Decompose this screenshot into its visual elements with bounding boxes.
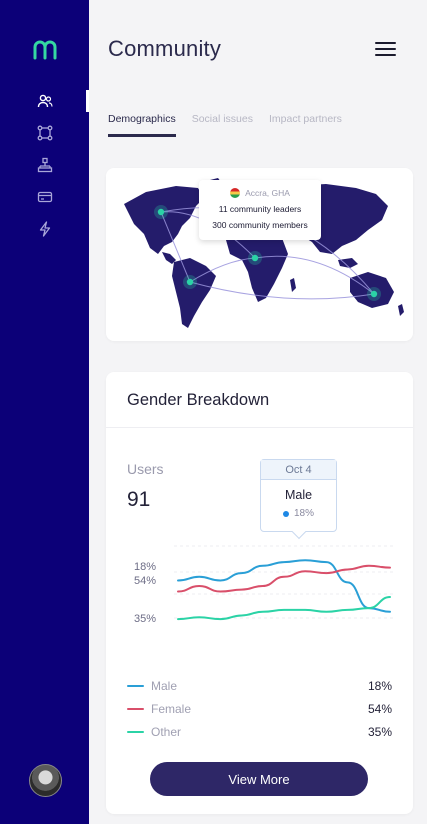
menu-icon: [375, 42, 396, 44]
legend-name: Female: [151, 701, 192, 716]
legend-name: Male: [151, 678, 178, 693]
legend-swatch: [127, 707, 144, 710]
legend-item: Male 18%: [127, 674, 392, 697]
tab-demographics[interactable]: Demographics: [108, 113, 176, 137]
map-members: 300 community members: [212, 220, 308, 230]
axis-label: 35%: [134, 613, 156, 625]
tooltip-dot: [282, 510, 289, 517]
gender-title: Gender Breakdown: [127, 391, 270, 409]
tab-bar: Demographics Social issues Impact partne…: [108, 113, 342, 137]
legend-item: Other 35%: [127, 720, 392, 743]
map-location: Accra, GHA: [245, 188, 290, 198]
gender-card: Gender Breakdown Users 91 18% 54% 35% Oct …: [106, 372, 413, 814]
legend-value: 54%: [367, 701, 392, 716]
ghana-flag-icon: [230, 188, 241, 198]
legend-swatch: [127, 730, 144, 733]
nodes-icon[interactable]: [36, 124, 54, 142]
users-value: 91: [127, 488, 151, 511]
tab-social-issues[interactable]: Social issues: [192, 113, 253, 137]
map-tooltip: Accra, GHA 11 community leaders 300 comm…: [199, 180, 321, 240]
legend-item: Female 54%: [127, 697, 392, 720]
view-more-button[interactable]: View More: [150, 762, 368, 796]
logo-icon: [33, 40, 57, 60]
axis-label: 54%: [134, 575, 156, 587]
axis-label: 18%: [134, 561, 156, 573]
active-marker: [86, 90, 89, 112]
map-card: Accra, GHA 11 community leaders 300 comm…: [106, 168, 413, 341]
menu-icon-bar: [375, 48, 396, 50]
users-icon[interactable]: [36, 92, 54, 110]
hierarchy-icon[interactable]: [36, 156, 54, 174]
lightning-icon[interactable]: [36, 220, 54, 238]
chart-tooltip: Oct 4 Male 18%: [260, 459, 337, 540]
legend-swatch: [127, 684, 144, 687]
menu-icon-bar: [375, 54, 396, 56]
sidebar: [0, 0, 89, 824]
tooltip-date: Oct 4: [261, 460, 336, 480]
legend: Male 18% Female 54% Other 35%: [127, 674, 392, 743]
tooltip-value: 18%: [293, 508, 314, 519]
users-label: Users: [127, 461, 164, 477]
series-line-other[interactable]: [177, 596, 391, 621]
card-icon[interactable]: [36, 188, 54, 206]
legend-value: 18%: [367, 678, 392, 693]
tab-impact-partners[interactable]: Impact partners: [269, 113, 342, 137]
legend-name: Other: [151, 724, 182, 739]
map-leaders: 11 community leaders: [218, 204, 302, 214]
divider: [106, 427, 413, 428]
page-title: Community: [108, 36, 222, 61]
menu-button[interactable]: [375, 40, 397, 58]
tooltip-series: Male: [284, 488, 313, 502]
legend-value: 35%: [367, 724, 392, 739]
avatar[interactable]: [29, 764, 62, 797]
gender-line-chart[interactable]: 18% 54% 35%: [106, 522, 413, 652]
